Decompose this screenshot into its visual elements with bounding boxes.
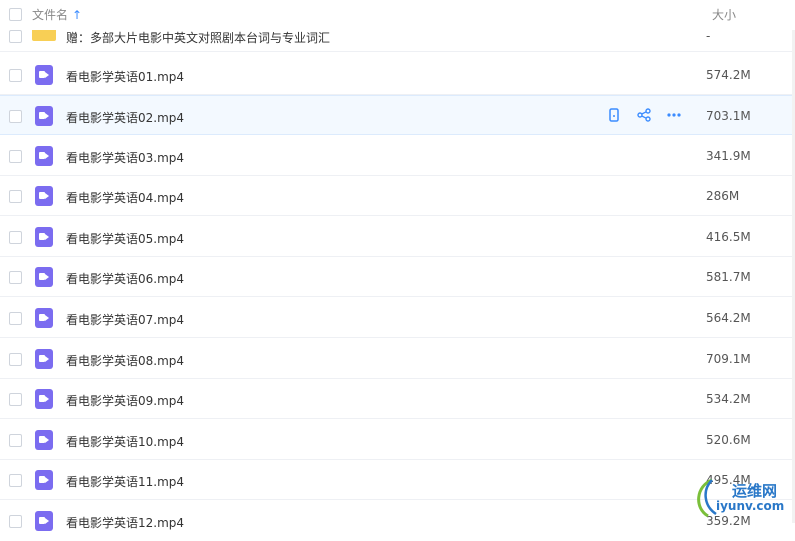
video-file-icon bbox=[35, 349, 53, 369]
file-row[interactable]: 看电影学英语12.mp4 359.2M bbox=[0, 501, 795, 541]
file-size: 703.1M bbox=[706, 109, 751, 123]
column-header-size[interactable]: 大小 bbox=[712, 6, 736, 23]
file-row[interactable]: 看电影学英语06.mp4 581.7M bbox=[0, 257, 795, 297]
file-row[interactable]: 看电影学英语05.mp4 416.5M bbox=[0, 217, 795, 257]
file-size: 286M bbox=[706, 189, 740, 203]
video-file-icon bbox=[35, 511, 53, 531]
video-file-icon bbox=[35, 430, 53, 450]
row-checkbox[interactable] bbox=[9, 231, 22, 244]
column-header-name: 文件名 bbox=[32, 8, 69, 22]
file-name[interactable]: 看电影学英语01.mp4 bbox=[66, 68, 184, 85]
sort-by-name-button[interactable]: 文件名 ↑ bbox=[32, 6, 82, 23]
file-name[interactable]: 看电影学英语06.mp4 bbox=[66, 270, 184, 287]
row-checkbox[interactable] bbox=[9, 110, 22, 123]
row-checkbox[interactable] bbox=[9, 69, 22, 82]
video-file-icon bbox=[35, 146, 53, 166]
row-checkbox[interactable] bbox=[9, 312, 22, 325]
row-checkbox[interactable] bbox=[9, 190, 22, 203]
video-file-icon bbox=[35, 186, 53, 206]
file-size: 564.2M bbox=[706, 311, 751, 325]
file-size: 581.7M bbox=[706, 270, 751, 284]
video-file-icon bbox=[35, 227, 53, 247]
file-row[interactable]: 看电影学英语09.mp4 534.2M bbox=[0, 379, 795, 419]
file-size: - bbox=[706, 29, 711, 43]
file-name[interactable]: 看电影学英语08.mp4 bbox=[66, 352, 184, 369]
file-size: 520.6M bbox=[706, 433, 751, 447]
file-row[interactable]: 看电影学英语01.mp4 574.2M bbox=[0, 55, 795, 95]
file-name[interactable]: 看电影学英语10.mp4 bbox=[66, 433, 184, 450]
file-name[interactable]: 赠：多部大片电影中英文对照剧本台词与专业词汇 bbox=[66, 29, 330, 46]
file-size: 534.2M bbox=[706, 392, 751, 406]
file-row[interactable]: 看电影学英语11.mp4 495.4M bbox=[0, 460, 795, 500]
row-checkbox[interactable] bbox=[9, 515, 22, 528]
file-row[interactable]: 看电影学英语04.mp4 286M bbox=[0, 176, 795, 216]
row-checkbox[interactable] bbox=[9, 474, 22, 487]
file-row[interactable]: 看电影学英语03.mp4 341.9M bbox=[0, 136, 795, 176]
video-file-icon bbox=[35, 65, 53, 85]
video-file-icon bbox=[35, 470, 53, 490]
row-checkbox[interactable] bbox=[9, 393, 22, 406]
video-file-icon bbox=[35, 106, 53, 126]
file-name[interactable]: 看电影学英语03.mp4 bbox=[66, 149, 184, 166]
file-list-header: 文件名 ↑ 大小 bbox=[0, 0, 795, 30]
file-size: 416.5M bbox=[706, 230, 751, 244]
file-name[interactable]: 看电影学英语04.mp4 bbox=[66, 189, 184, 206]
file-size: 341.9M bbox=[706, 149, 751, 163]
file-row[interactable]: 看电影学英语07.mp4 564.2M bbox=[0, 298, 795, 338]
file-size: 574.2M bbox=[706, 68, 751, 82]
file-name[interactable]: 看电影学英语02.mp4 bbox=[66, 109, 184, 126]
row-checkbox[interactable] bbox=[9, 434, 22, 447]
more-icon[interactable] bbox=[666, 107, 682, 123]
file-size: 709.1M bbox=[706, 352, 751, 366]
row-checkbox[interactable] bbox=[9, 150, 22, 163]
watermark-chinese-text: 运维网 bbox=[732, 482, 778, 500]
phone-icon[interactable] bbox=[606, 107, 622, 123]
row-checkbox[interactable] bbox=[9, 353, 22, 366]
select-all-checkbox[interactable] bbox=[9, 8, 22, 21]
video-file-icon bbox=[35, 389, 53, 409]
file-row-hovered[interactable]: 看电影学英语02.mp4 703.1M bbox=[0, 95, 795, 135]
watermark-domain-text: iyunv.com bbox=[716, 499, 785, 513]
file-row[interactable]: 看电影学英语10.mp4 520.6M bbox=[0, 420, 795, 460]
video-file-icon bbox=[35, 267, 53, 287]
video-file-icon bbox=[35, 308, 53, 328]
file-row-folder[interactable]: 赠：多部大片电影中英文对照剧本台词与专业词汇 - bbox=[0, 21, 795, 52]
file-name[interactable]: 看电影学英语09.mp4 bbox=[66, 392, 184, 409]
file-row[interactable]: 看电影学英语08.mp4 709.1M bbox=[0, 339, 795, 379]
site-watermark: 运维网 iyunv.com bbox=[690, 472, 795, 523]
row-actions bbox=[606, 107, 682, 123]
row-checkbox[interactable] bbox=[9, 30, 22, 43]
file-name[interactable]: 看电影学英语11.mp4 bbox=[66, 473, 184, 490]
share-icon[interactable] bbox=[636, 107, 652, 123]
file-name[interactable]: 看电影学英语05.mp4 bbox=[66, 230, 184, 247]
sort-ascending-icon: ↑ bbox=[72, 7, 83, 22]
file-name[interactable]: 看电影学英语07.mp4 bbox=[66, 311, 184, 328]
row-checkbox[interactable] bbox=[9, 271, 22, 284]
